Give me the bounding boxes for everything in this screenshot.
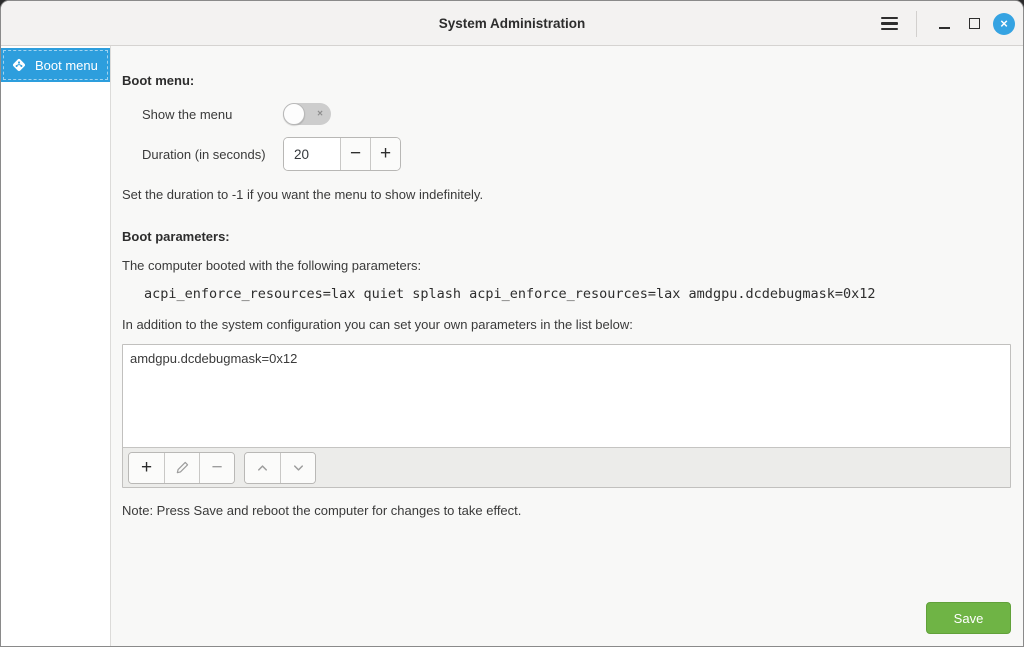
close-icon: × <box>1000 17 1008 30</box>
plus-icon: + <box>380 143 391 165</box>
boot-parameters-heading: Boot parameters: <box>122 229 1011 244</box>
add-icon: + <box>141 457 152 479</box>
move-down-button[interactable] <box>280 453 315 483</box>
hamburger-icon <box>881 17 898 19</box>
window-title: System Administration <box>439 16 586 31</box>
minimize-icon <box>939 27 950 29</box>
boot-menu-heading: Boot menu: <box>122 73 1011 88</box>
toggle-knob <box>283 103 305 125</box>
sidebar-item-label: Boot menu <box>35 58 98 73</box>
move-up-button[interactable] <box>245 453 280 483</box>
list-item[interactable]: amdgpu.dcdebugmask=0x12 <box>123 345 1010 366</box>
titlebar: System Administration × <box>1 1 1023 46</box>
duration-hint-text: Set the duration to -1 if you want the m… <box>122 187 1011 202</box>
minus-icon: − <box>350 143 361 165</box>
move-button-group <box>244 452 316 484</box>
duration-input[interactable] <box>284 138 340 170</box>
booted-params-label: The computer booted with the following p… <box>122 258 1011 273</box>
maximize-icon <box>969 18 980 29</box>
boot-menu-icon <box>11 57 27 73</box>
close-button[interactable]: × <box>993 13 1015 35</box>
system-administration-window: System Administration × <box>0 0 1024 647</box>
remove-param-button[interactable]: − <box>199 453 234 483</box>
pencil-icon <box>175 460 190 475</box>
edit-button-group: + − <box>128 452 235 484</box>
chevron-up-icon <box>255 460 270 475</box>
maximize-button[interactable] <box>959 7 989 41</box>
booted-params-value: acpi_enforce_resources=lax quiet splash … <box>144 286 1011 302</box>
reboot-note-text: Note: Press Save and reboot the computer… <box>122 503 1011 518</box>
hamburger-menu-button[interactable] <box>872 7 906 41</box>
show-menu-toggle[interactable]: × <box>283 103 331 125</box>
edit-param-button[interactable] <box>164 453 199 483</box>
save-button[interactable]: Save <box>926 602 1011 634</box>
custom-params-label: In addition to the system configuration … <box>122 317 1011 332</box>
list-toolbar: + − <box>123 447 1010 487</box>
titlebar-separator <box>916 11 917 37</box>
chevron-down-icon <box>291 460 306 475</box>
duration-row: Duration (in seconds) − + <box>142 137 1011 171</box>
toggle-off-icon: × <box>317 108 323 119</box>
sidebar: Boot menu <box>1 46 111 647</box>
custom-params-list[interactable]: amdgpu.dcdebugmask=0x12 <box>123 345 1010 447</box>
duration-decrement-button[interactable]: − <box>340 138 370 170</box>
show-menu-row: Show the menu × <box>142 103 1011 125</box>
duration-spinner: − + <box>283 137 401 171</box>
save-button-label: Save <box>954 611 984 626</box>
add-param-button[interactable]: + <box>129 453 164 483</box>
minimize-button[interactable] <box>929 7 959 41</box>
minus-icon: − <box>211 457 222 479</box>
duration-increment-button[interactable]: + <box>370 138 400 170</box>
main-content: Boot menu: Show the menu × Duration (in … <box>111 46 1023 647</box>
custom-params-frame: amdgpu.dcdebugmask=0x12 + <box>122 344 1011 488</box>
titlebar-controls: × <box>872 1 1015 46</box>
show-menu-label: Show the menu <box>142 107 283 122</box>
duration-label: Duration (in seconds) <box>142 147 283 162</box>
sidebar-item-boot-menu[interactable]: Boot menu <box>1 48 110 82</box>
